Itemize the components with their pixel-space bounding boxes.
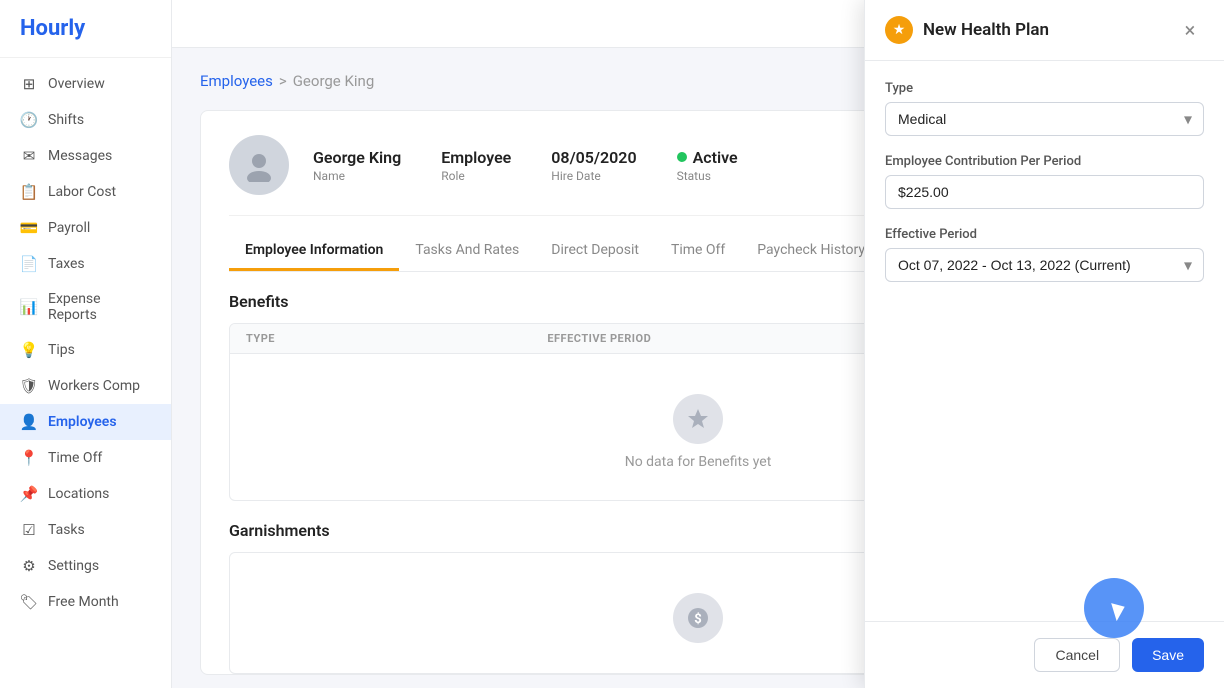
sidebar-item-taxes[interactable]: 📄 Taxes: [0, 246, 171, 282]
panel-star-icon: ★: [885, 16, 913, 44]
sidebar-item-locations[interactable]: 📌 Locations: [0, 476, 171, 512]
sidebar-nav: ⊞ Overview 🕐 Shifts ✉ Messages 📋 Labor C…: [0, 58, 171, 688]
sidebar-item-label: Tasks: [48, 522, 85, 538]
employee-status-field: Active Status: [677, 148, 738, 183]
tab-employee-information[interactable]: Employee Information: [229, 232, 399, 271]
sidebar-item-workers-comp[interactable]: 🛡 Workers Comp: [0, 368, 171, 404]
employee-hire-date: 08/05/2020: [551, 148, 636, 167]
status-dot: [677, 152, 687, 162]
free-month-icon: 🏷: [20, 593, 38, 611]
contribution-input[interactable]: [885, 175, 1204, 209]
sidebar-item-label: Free Month: [48, 594, 119, 610]
type-select-wrapper: Medical Dental Vision: [885, 102, 1204, 136]
employee-status-label: Status: [677, 169, 738, 183]
tab-direct-deposit[interactable]: Direct Deposit: [535, 232, 655, 271]
employee-hire-date-field: 08/05/2020 Hire Date: [551, 148, 636, 183]
sidebar-item-labor-cost[interactable]: 📋 Labor Cost: [0, 174, 171, 210]
type-field: Type Medical Dental Vision: [885, 81, 1204, 136]
tab-tasks-and-rates[interactable]: Tasks And Rates: [399, 232, 535, 271]
employee-role-label: Role: [441, 169, 511, 183]
employee-role: Employee: [441, 148, 511, 167]
effective-period-field: Effective Period Oct 07, 2022 - Oct 13, …: [885, 227, 1204, 282]
sidebar-item-shifts[interactable]: 🕐 Shifts: [0, 102, 171, 138]
breadcrumb-parent[interactable]: Employees: [200, 72, 273, 90]
time-off-icon: 📍: [20, 449, 38, 467]
employee-status: Active: [693, 148, 738, 167]
panel-title-row: ★ New Health Plan: [885, 16, 1049, 44]
effective-period-label: Effective Period: [885, 227, 1204, 242]
sidebar-item-employees[interactable]: 👤 Employees: [0, 404, 171, 440]
employee-name: George King: [313, 148, 401, 167]
employee-name-label: Name: [313, 169, 401, 183]
type-select[interactable]: Medical Dental Vision: [885, 102, 1204, 136]
type-label: Type: [885, 81, 1204, 96]
sidebar-item-label: Payroll: [48, 220, 90, 236]
sidebar-item-label: Expense Reports: [48, 291, 151, 323]
employee-name-field: George King Name: [313, 148, 401, 183]
settings-icon: ⚙: [20, 557, 38, 575]
effective-period-select-wrapper: Oct 07, 2022 - Oct 13, 2022 (Current): [885, 248, 1204, 282]
sidebar-item-overview[interactable]: ⊞ Overview: [0, 66, 171, 102]
panel-close-button[interactable]: ×: [1176, 16, 1204, 44]
breadcrumb-current: George King: [293, 72, 375, 90]
employee-hire-date-label: Hire Date: [551, 169, 636, 183]
sidebar-item-label: Shifts: [48, 112, 84, 128]
sidebar-item-label: Tips: [48, 342, 75, 358]
cancel-button[interactable]: Cancel: [1034, 638, 1120, 672]
sidebar-item-settings[interactable]: ⚙ Settings: [0, 548, 171, 584]
health-plan-panel: ★ New Health Plan × Type Medical Dental …: [864, 0, 1224, 688]
employee-role-field: Employee Role: [441, 148, 511, 183]
sidebar-item-messages[interactable]: ✉ Messages: [0, 138, 171, 174]
sidebar-item-time-off[interactable]: 📍 Time Off: [0, 440, 171, 476]
payroll-icon: 💳: [20, 219, 38, 237]
panel-header: ★ New Health Plan ×: [865, 0, 1224, 61]
contribution-label: Employee Contribution Per Period: [885, 154, 1204, 169]
sidebar-item-expense-reports[interactable]: 📊 Expense Reports: [0, 282, 171, 332]
panel-footer: Cancel Save: [865, 621, 1224, 688]
shifts-icon: 🕐: [20, 111, 38, 129]
panel-title: New Health Plan: [923, 20, 1049, 40]
sidebar-item-label: Time Off: [48, 450, 102, 466]
svg-text:$: $: [694, 612, 701, 627]
sidebar-item-label: Workers Comp: [48, 378, 140, 394]
sidebar-item-label: Labor Cost: [48, 184, 116, 200]
sidebar-item-free-month[interactable]: 🏷 Free Month: [0, 584, 171, 620]
tab-time-off[interactable]: Time Off: [655, 232, 741, 271]
employee-fields: George King Name Employee Role 08/05/202…: [313, 148, 738, 183]
col-type-header: TYPE: [246, 332, 547, 345]
effective-period-select[interactable]: Oct 07, 2022 - Oct 13, 2022 (Current): [885, 248, 1204, 282]
labor-cost-icon: 📋: [20, 183, 38, 201]
sidebar-item-label: Taxes: [48, 256, 85, 272]
sidebar: Hourly ⊞ Overview 🕐 Shifts ✉ Messages 📋 …: [0, 0, 172, 688]
panel-body: Type Medical Dental Vision Employee Cont…: [865, 61, 1224, 621]
locations-icon: 📌: [20, 485, 38, 503]
garnishments-empty-icon: $: [673, 593, 723, 643]
sidebar-item-label: Messages: [48, 148, 112, 164]
avatar: [229, 135, 289, 195]
tips-icon: 💡: [20, 341, 38, 359]
messages-icon: ✉: [20, 147, 38, 165]
tab-paycheck-history[interactable]: Paycheck History: [741, 232, 881, 271]
sidebar-item-payroll[interactable]: 💳 Payroll: [0, 210, 171, 246]
overview-icon: ⊞: [20, 75, 38, 93]
benefits-empty-icon: [673, 394, 723, 444]
taxes-icon: 📄: [20, 255, 38, 273]
cursor-indicator: [1084, 578, 1144, 638]
sidebar-item-label: Locations: [48, 486, 109, 502]
benefits-empty-text: No data for Benefits yet: [625, 454, 772, 470]
status-badge: Active: [677, 148, 738, 167]
save-button[interactable]: Save: [1132, 638, 1204, 672]
sidebar-item-tips[interactable]: 💡 Tips: [0, 332, 171, 368]
breadcrumb-separator: >: [279, 72, 287, 90]
employees-icon: 👤: [20, 413, 38, 431]
contribution-field: Employee Contribution Per Period: [885, 154, 1204, 209]
sidebar-item-tasks[interactable]: ☑ Tasks: [0, 512, 171, 548]
expense-reports-icon: 📊: [20, 298, 38, 316]
sidebar-item-label: Employees: [48, 414, 117, 430]
tasks-icon: ☑: [20, 521, 38, 539]
sidebar-item-label: Overview: [48, 76, 105, 92]
workers-comp-icon: 🛡: [20, 377, 38, 395]
app-logo: Hourly: [0, 0, 171, 58]
sidebar-item-label: Settings: [48, 558, 99, 574]
